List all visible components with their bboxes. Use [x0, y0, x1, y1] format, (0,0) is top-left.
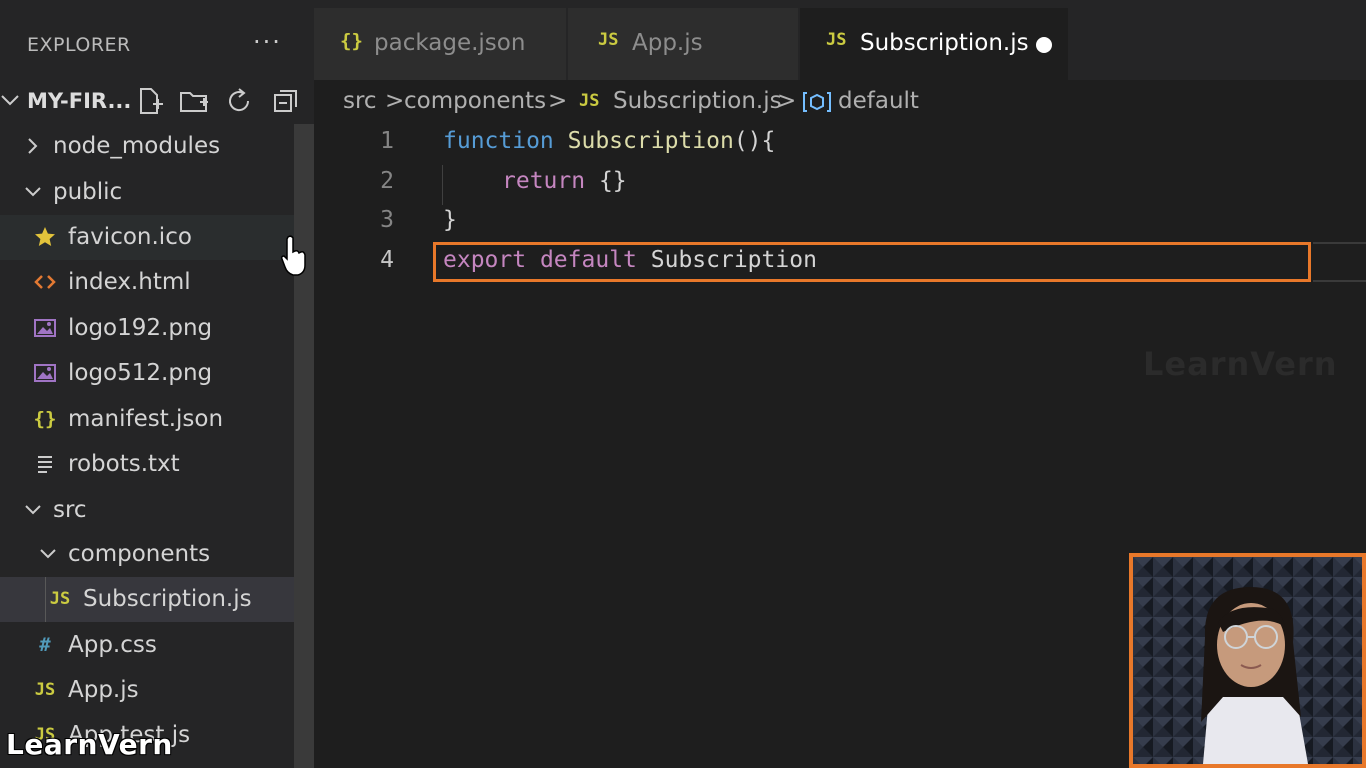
line-number: 3 — [380, 207, 394, 233]
tree-item-label: manifest.json — [68, 406, 224, 432]
tree-item-app-js[interactable]: JS App.js — [0, 668, 314, 713]
punctuation: } — [443, 207, 457, 233]
code-line-2: return {} — [502, 168, 627, 194]
tree-item-label: components — [68, 541, 211, 567]
code-line-3: } — [443, 207, 457, 233]
js-icon: JS — [34, 680, 56, 700]
tab-label: Subscription.js — [860, 30, 1029, 56]
function-name: Subscription — [567, 128, 734, 154]
collapse-all-icon[interactable] — [271, 86, 301, 116]
explorer-sidebar: EXPLORER ··· MY-FIR... node_modules publ… — [0, 0, 314, 768]
image-icon — [34, 319, 56, 337]
js-icon: JS — [598, 30, 619, 50]
breadcrumb-sep: > — [385, 88, 405, 114]
tab-subscription-js[interactable]: JS Subscription.js — [800, 8, 1068, 80]
indent-guide — [45, 577, 46, 622]
hand-cursor-icon — [281, 235, 306, 276]
html-icon — [34, 275, 56, 289]
tree-item-logo512[interactable]: logo512.png — [0, 351, 314, 396]
json-icon: {} — [33, 408, 57, 430]
breadcrumb-sep: > — [548, 88, 568, 114]
tree-item-robots[interactable]: robots.txt — [0, 442, 314, 487]
indent-guide — [442, 165, 443, 205]
tree-item-label: App.js — [68, 677, 139, 703]
line-number: 1 — [380, 128, 394, 154]
new-file-icon[interactable] — [134, 86, 164, 116]
refresh-icon[interactable] — [224, 86, 254, 116]
star-icon — [35, 227, 55, 246]
highlight-box — [433, 242, 1311, 282]
line-number: 2 — [380, 168, 394, 194]
breadcrumb-file[interactable]: Subscription.js — [613, 88, 782, 114]
tab-label: package.json — [374, 30, 526, 56]
explorer-title: EXPLORER — [27, 34, 131, 56]
breadcrumb-symbol[interactable]: default — [838, 88, 919, 114]
webcam-overlay — [1129, 553, 1366, 768]
js-icon: JS — [49, 589, 71, 609]
breadcrumb-sep: > — [777, 88, 797, 114]
tree-item-label: src — [53, 497, 87, 523]
tree-item-app-css[interactable]: # App.css — [0, 623, 314, 668]
json-icon: {} — [340, 30, 363, 52]
tree-item-index-html[interactable]: index.html — [0, 260, 314, 305]
chevron-down-icon — [1, 95, 19, 106]
tree-item-label: node_modules — [53, 133, 221, 159]
line-number: 4 — [380, 247, 394, 273]
tree-item-favicon[interactable]: favicon.ico — [0, 215, 314, 260]
more-actions-icon[interactable]: ··· — [253, 28, 282, 56]
symbol-variable-icon — [803, 92, 831, 112]
presenter-image — [1133, 557, 1362, 764]
keyword: function — [443, 128, 554, 154]
tree-item-label: index.html — [68, 269, 191, 295]
unsaved-dot-icon[interactable] — [1036, 37, 1052, 53]
tab-app-js[interactable]: JS App.js — [568, 8, 798, 80]
editor-tab-bar: {} package.json JS App.js JS Subscriptio… — [314, 0, 1366, 80]
tree-item-subscription[interactable]: JS Subscription.js — [0, 577, 314, 622]
tree-item-label: logo192.png — [68, 315, 213, 341]
tree-item-manifest[interactable]: {} manifest.json — [0, 397, 314, 442]
chevron-down-icon — [25, 505, 41, 515]
tree-item-label: App.css — [68, 632, 157, 658]
chevron-down-icon — [25, 187, 41, 197]
tree-item-label: robots.txt — [68, 451, 180, 477]
project-name: MY-FIR... — [27, 89, 132, 113]
tree-item-label: Subscription.js — [83, 586, 252, 612]
tree-item-logo192[interactable]: logo192.png — [0, 306, 314, 351]
tree-item-public[interactable]: public — [0, 170, 314, 215]
breadcrumb-src[interactable]: src — [343, 88, 377, 114]
tree-item-src[interactable]: src — [0, 488, 314, 533]
tree-item-label: public — [53, 179, 123, 205]
tree-item-node-modules[interactable]: node_modules — [0, 124, 314, 169]
project-folder-row[interactable]: MY-FIR... — [0, 80, 314, 124]
chevron-down-icon — [40, 549, 56, 559]
tree-item-label: favicon.ico — [68, 224, 192, 250]
breadcrumb-components[interactable]: components — [404, 88, 546, 114]
keyword: return — [502, 168, 586, 194]
tab-package-json[interactable]: {} package.json — [314, 8, 566, 80]
js-icon: JS — [579, 91, 600, 111]
watermark-faint: LearnVern — [1143, 345, 1338, 383]
sidebar-scrollbar[interactable] — [294, 124, 314, 768]
text-file-icon — [38, 456, 52, 473]
image-icon — [34, 364, 56, 382]
new-folder-icon[interactable] — [179, 86, 209, 116]
code-line-1: function Subscription(){ — [443, 128, 775, 154]
tab-label: App.js — [632, 30, 703, 56]
tree-item-components[interactable]: components — [0, 532, 314, 577]
js-icon: JS — [826, 30, 847, 50]
punctuation: (){ — [733, 128, 776, 154]
chevron-right-icon — [28, 138, 38, 154]
tree-item-label: logo512.png — [68, 360, 213, 386]
punctuation: {} — [598, 168, 627, 194]
watermark-logo: LearnVern — [6, 728, 173, 761]
explorer-header: EXPLORER ··· — [0, 0, 314, 80]
css-icon: # — [39, 634, 51, 656]
current-line-indicator — [1313, 242, 1366, 282]
